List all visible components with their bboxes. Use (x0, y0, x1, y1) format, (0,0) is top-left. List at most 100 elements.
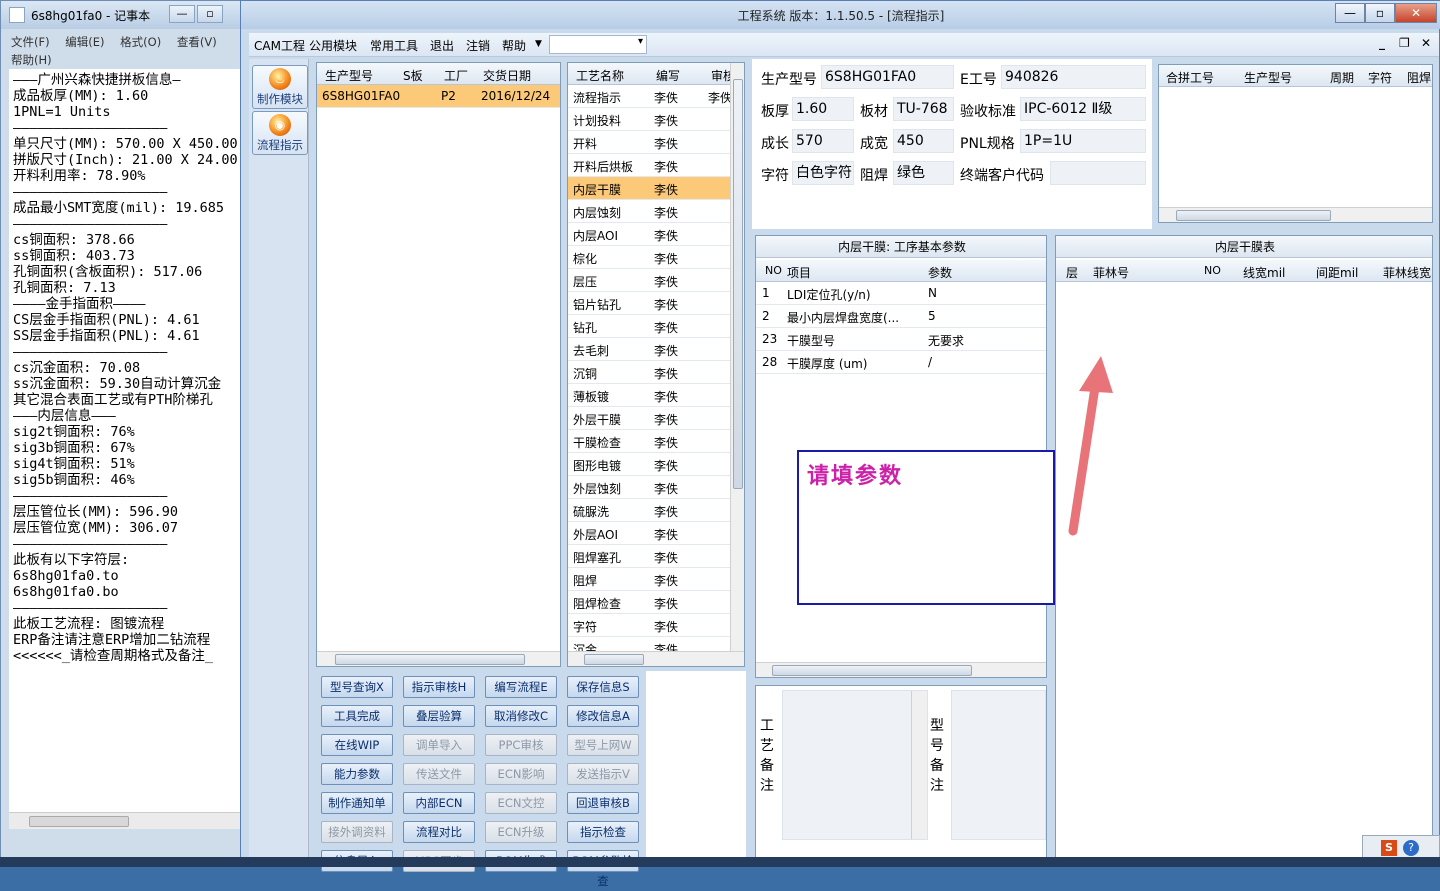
minimize-button[interactable]: — (169, 5, 195, 23)
field-char[interactable]: 白色字符 (792, 161, 854, 185)
field-product-model[interactable]: 6S8HG01FA0 (821, 65, 954, 89)
menu-format[interactable]: 格式(O) (120, 35, 161, 49)
process-row[interactable]: 去毛刺 李佚 (568, 338, 730, 361)
col-header[interactable]: 项目 (787, 264, 811, 281)
model-remark-field[interactable] (951, 690, 1046, 840)
maximize-button[interactable]: ▫ (1365, 3, 1395, 23)
col-header[interactable]: 间距mil (1316, 264, 1358, 281)
menu-edit[interactable]: 编辑(E) (65, 35, 104, 49)
action-button[interactable]: 修改信息A (567, 705, 639, 727)
action-button[interactable]: ECN影响 (485, 763, 557, 785)
process-row[interactable]: 图形电镀 李佚 (568, 453, 730, 476)
menu-file[interactable]: 文件(F) (11, 35, 50, 49)
process-row[interactable]: 钻孔 李佚 (568, 315, 730, 338)
action-button[interactable]: ECN文控 (485, 792, 557, 814)
param-row[interactable]: 1 LDI定位孔(y/n) N (756, 282, 1046, 305)
col-header[interactable]: 周期 (1330, 69, 1354, 86)
process-row[interactable]: 计划投料 李佚 (568, 108, 730, 131)
process-row[interactable]: 层压 李佚 (568, 269, 730, 292)
action-button[interactable]: 编写流程E (485, 676, 557, 698)
process-row[interactable]: 硫脲洗 李佚 (568, 499, 730, 522)
col-header[interactable]: 工厂 (444, 67, 468, 84)
menu-tools[interactable]: 常用工具 (370, 37, 418, 54)
close-button[interactable]: ✕ (1395, 3, 1437, 23)
mdi-restore-icon[interactable]: ❐ (1399, 36, 1410, 50)
mdi-close-icon[interactable]: ✕ (1421, 36, 1431, 50)
field-width[interactable]: 450 (893, 129, 954, 153)
col-header[interactable]: 线宽mil (1243, 264, 1285, 281)
process-row[interactable]: 沉金 李佚 (568, 637, 730, 651)
menu-cam[interactable]: CAM工程 (254, 37, 305, 54)
action-button[interactable]: 型号查询X (321, 676, 393, 698)
scroll-thumb[interactable] (772, 665, 972, 676)
field-mask[interactable]: 绿色 (893, 161, 954, 185)
action-button[interactable]: PPC审核 (485, 734, 557, 756)
col-header[interactable]: 阻焊 (1407, 69, 1431, 86)
col-header[interactable]: 菲林线宽 (1383, 264, 1431, 281)
process-row[interactable]: 沉铜 李佚 (568, 361, 730, 384)
col-header[interactable]: 编写 (656, 67, 680, 84)
field-pnl[interactable]: 1P=1U (1020, 129, 1146, 153)
field-customer-code[interactable] (1050, 161, 1146, 185)
col-header[interactable]: 层 (1066, 264, 1078, 281)
process-row[interactable]: 内层蚀刻 李佚 (568, 200, 730, 223)
col-header[interactable]: 交货日期 (483, 67, 531, 84)
action-button[interactable]: 工具完成 (321, 705, 393, 727)
field-e-no[interactable]: 940826 (1001, 65, 1146, 89)
process-remark-field[interactable] (782, 690, 928, 840)
process-row[interactable]: 棕化 李佚 (568, 246, 730, 269)
orders-hscrollbar[interactable] (317, 651, 560, 666)
menu-common[interactable]: 公用模块 (309, 37, 357, 54)
col-header[interactable]: 菲林号 (1093, 264, 1129, 281)
col-header[interactable]: 生产型号 (1244, 69, 1292, 86)
nav-make-module[interactable]: ♨ 制作模块 (252, 65, 308, 109)
process-vscrollbar[interactable] (730, 63, 744, 651)
col-header[interactable]: 参数 (928, 264, 952, 281)
help-icon[interactable]: ? (1403, 840, 1419, 856)
menu-exit[interactable]: 退出 (430, 37, 454, 54)
process-row[interactable]: 字符 李佚 (568, 614, 730, 637)
col-header[interactable]: 字符 (1368, 69, 1392, 86)
col-header[interactable]: S板 (403, 67, 423, 84)
field-material[interactable]: TU-768 (893, 97, 954, 121)
toolbar-combo[interactable] (549, 35, 647, 54)
process-row[interactable]: 外层蚀刻 李佚 (568, 476, 730, 499)
action-button[interactable]: 流程对比 (403, 821, 475, 843)
params-hscrollbar[interactable] (756, 662, 1046, 677)
menu-logout[interactable]: 注销 (466, 37, 490, 54)
process-row[interactable]: 流程指示 李佚 李佚 (568, 85, 730, 108)
action-button[interactable]: 发送指示V (567, 763, 639, 785)
action-button[interactable]: 在线WIP (321, 734, 393, 756)
action-button[interactable]: 内部ECN (403, 792, 475, 814)
process-row[interactable]: 开料 李佚 (568, 131, 730, 154)
process-row[interactable]: 内层干膜 李佚 (568, 177, 730, 200)
process-row[interactable]: 干膜检查 李佚 (568, 430, 730, 453)
col-header[interactable]: 合拼工号 (1166, 69, 1214, 86)
action-button[interactable]: 能力参数 (321, 763, 393, 785)
app-titlebar[interactable]: 工程系统 版本：1.1.50.5 - [流程指示] — ▫ ✕ (241, 1, 1440, 29)
minimize-button[interactable]: — (1335, 3, 1365, 23)
scroll-thumb[interactable] (733, 79, 743, 489)
scroll-thumb[interactable] (29, 816, 129, 827)
process-hscrollbar[interactable] (568, 651, 744, 666)
action-button[interactable]: 型号上网W (567, 734, 639, 756)
param-row[interactable]: 2 最小内层焊盘宽度(... 5 (756, 305, 1046, 328)
maximize-button[interactable]: ▫ (197, 5, 223, 23)
sogou-icon[interactable]: S (1381, 840, 1397, 856)
field-thickness[interactable]: 1.60 (792, 97, 854, 121)
process-row[interactable]: 阻焊塞孔 李佚 (568, 545, 730, 568)
col-header[interactable]: NO (1204, 264, 1221, 277)
field-standard[interactable]: IPC-6012 Ⅱ级 (1020, 97, 1146, 121)
action-button[interactable]: 接外调资料 (321, 821, 393, 843)
param-row[interactable]: 23 干膜型号 无要求 (756, 328, 1046, 351)
col-header[interactable]: NO (765, 264, 782, 277)
action-button[interactable]: 保存信息S (567, 676, 639, 698)
process-row[interactable]: 外层干膜 李佚 (568, 407, 730, 430)
process-row[interactable]: 外层AOI 李佚 (568, 522, 730, 545)
action-button[interactable]: 指示检查 (567, 821, 639, 843)
process-row[interactable]: 薄板镀 李佚 (568, 384, 730, 407)
notepad-titlebar[interactable]: 6s8hg01fa0 - 记事本 — ▫ (1, 1, 245, 29)
field-length[interactable]: 570 (792, 129, 854, 153)
table-row[interactable]: 6S8HG01FA0 P2 2016/12/24 (317, 85, 560, 108)
action-button[interactable]: 制作通知单 (321, 792, 393, 814)
